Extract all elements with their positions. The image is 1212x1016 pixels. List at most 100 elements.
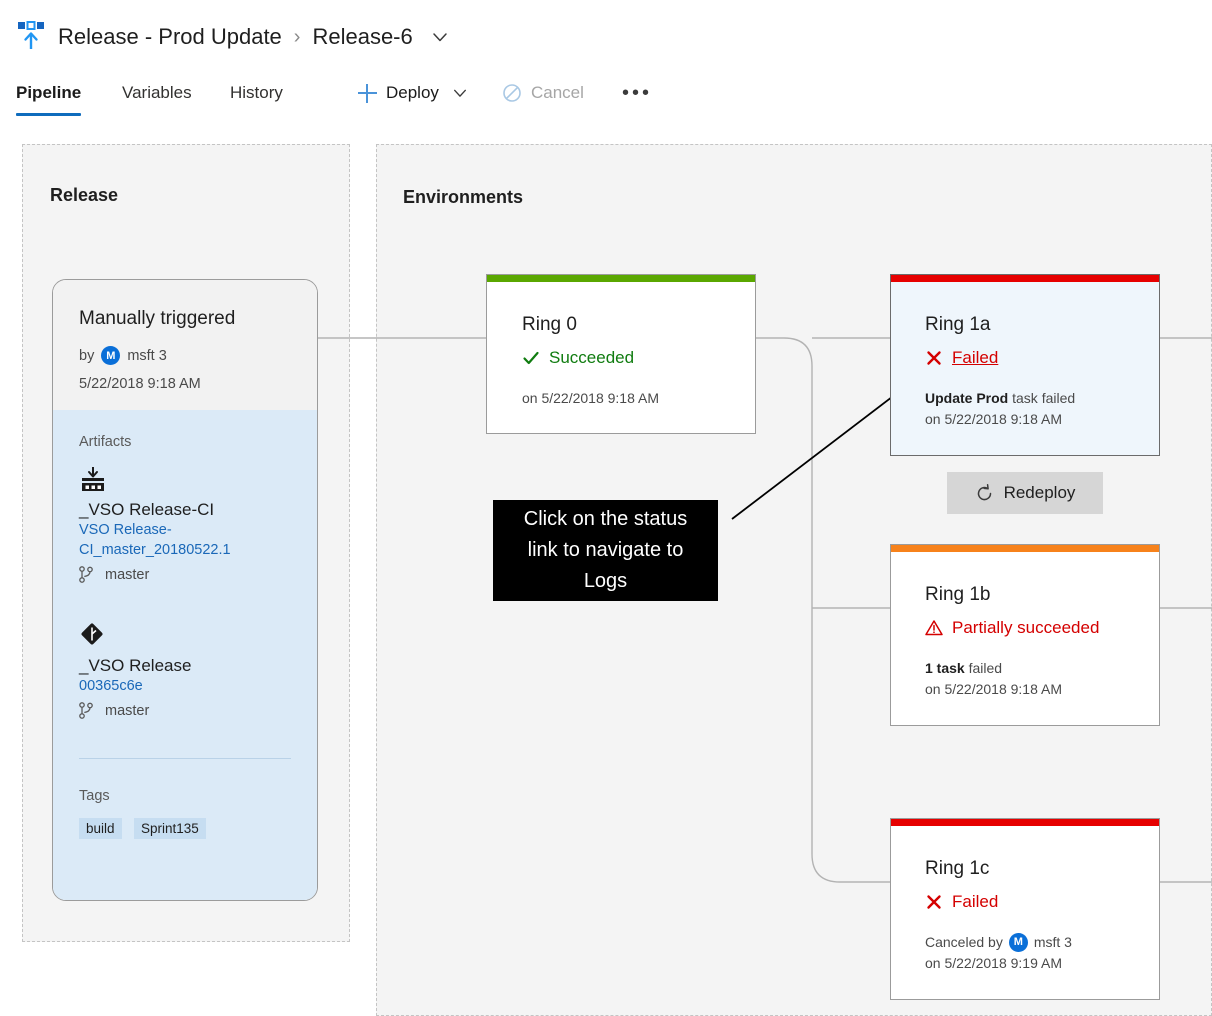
breadcrumb-current[interactable]: Release-6 <box>312 24 412 50</box>
artifact-name[interactable]: _VSO Release-CI <box>79 500 229 520</box>
artifact-branch: master <box>79 566 229 584</box>
environment-card-ring-1b[interactable]: Ring 1b Partially succeeded 1 task faile… <box>890 544 1160 726</box>
environment-card-ring-1a[interactable]: Ring 1a Failed Update Prod task failed o… <box>890 274 1160 456</box>
breadcrumb-root[interactable]: Release - Prod Update <box>58 24 282 50</box>
tag-chip[interactable]: build <box>79 818 122 839</box>
environment-status-label: Failed <box>952 892 999 911</box>
artifacts-section-label: Artifacts <box>79 434 132 450</box>
tab-variables-label: Variables <box>122 83 192 102</box>
artifact-branch: master <box>79 702 191 720</box>
artifact-item[interactable]: _VSO Release-CI VSO Release-CI_master_20… <box>79 466 231 584</box>
redeploy-button-label: Redeploy <box>1003 483 1076 502</box>
release-trigger-title: Manually triggered <box>79 308 236 329</box>
failed-task-suffix: failed <box>964 660 1003 676</box>
environment-name: Ring 1c <box>925 858 990 879</box>
environment-card-ring-1c[interactable]: Ring 1c Failed Canceled by M msft 3 on 5… <box>890 818 1160 1000</box>
environment-date: on 5/22/2018 9:18 AM <box>522 390 659 406</box>
tab-history-label: History <box>230 83 283 102</box>
status-bar <box>891 545 1159 552</box>
environment-card-ring-0[interactable]: Ring 0 Succeeded on 5/22/2018 9:18 AM <box>486 274 756 434</box>
deploy-chevron-down-icon[interactable] <box>452 85 468 101</box>
environment-status[interactable]: Partially succeeded <box>925 618 1099 638</box>
deploy-button-label: Deploy <box>386 83 439 102</box>
avatar: M <box>101 346 121 365</box>
artifact-branch-name: master <box>105 567 150 583</box>
release-card-header: Manually triggered by M msft 3 5/22/2018… <box>53 280 317 410</box>
canceled-by-label: Canceled by <box>925 934 1003 950</box>
environments-panel-title: Environments <box>403 187 524 207</box>
tab-pipeline[interactable]: Pipeline <box>16 70 82 116</box>
block-circle-icon <box>502 83 522 103</box>
artifact-branch-name: master <box>105 703 150 719</box>
release-card-body: Artifacts _VSO Release-CI VSO Release-CI… <box>53 410 317 900</box>
tab-active-indicator <box>16 113 82 116</box>
plus-icon <box>358 83 377 103</box>
status-bar <box>891 275 1159 282</box>
release-pipeline-page: Release - Prod Update › Release-6 Pipeli… <box>0 0 1212 1016</box>
tag-list: build Sprint135 <box>79 818 214 839</box>
release-date: 5/22/2018 9:18 AM <box>79 376 201 392</box>
environment-status-link[interactable]: Failed <box>925 348 998 368</box>
environment-name: Ring 1b <box>925 584 991 605</box>
status-bar <box>891 819 1159 826</box>
environment-status[interactable]: Failed <box>925 892 998 912</box>
instruction-callout: Click on the status link to navigate to … <box>493 500 718 601</box>
error-x-icon <box>925 893 943 911</box>
environment-meta: Canceled by M msft 3 on 5/22/2018 9:19 A… <box>925 932 1072 974</box>
release-panel-title: Release <box>50 185 119 205</box>
cancel-button: Cancel <box>502 70 584 116</box>
environment-date: on 5/22/2018 9:19 AM <box>925 955 1062 971</box>
environment-date: on 5/22/2018 9:18 AM <box>925 411 1062 427</box>
redeploy-button[interactable]: Redeploy <box>947 472 1103 514</box>
warning-triangle-icon <box>925 619 943 637</box>
ellipsis-icon: ••• <box>622 81 653 104</box>
git-repo-icon <box>79 622 191 650</box>
git-branch-icon <box>79 566 97 584</box>
tab-variables[interactable]: Variables <box>122 70 192 116</box>
chevron-down-icon[interactable] <box>431 28 449 46</box>
tab-history[interactable]: History <box>230 70 283 116</box>
environment-meta: Update Prod task failed on 5/22/2018 9:1… <box>925 388 1075 430</box>
artifact-version[interactable]: 00365c6e <box>79 676 191 696</box>
environment-meta: on 5/22/2018 9:18 AM <box>522 388 659 409</box>
environment-name: Ring 1a <box>925 314 991 335</box>
release-summary-card[interactable]: Manually triggered by M msft 3 5/22/2018… <box>52 279 318 901</box>
failed-task-count: 1 task <box>925 660 965 676</box>
by-prefix-label: by <box>79 347 95 364</box>
avatar: M <box>1008 933 1028 952</box>
failed-task-name: Update Prod <box>925 390 1009 406</box>
tab-pipeline-label: Pipeline <box>16 83 82 102</box>
breadcrumb: Release - Prod Update › Release-6 <box>58 24 449 50</box>
environment-status-label: Succeeded <box>549 348 635 367</box>
refresh-circle-icon <box>975 484 993 502</box>
release-pipeline-icon <box>12 19 50 55</box>
environment-status-label[interactable]: Failed <box>952 348 998 368</box>
git-branch-icon <box>79 702 97 720</box>
tab-toolbar: Pipeline Variables History Deploy Cancel… <box>0 70 1212 118</box>
environment-status: Succeeded <box>522 348 634 368</box>
tag-chip[interactable]: Sprint135 <box>133 818 206 839</box>
environment-date: on 5/22/2018 9:18 AM <box>925 681 1062 697</box>
deploy-button[interactable]: Deploy <box>358 70 468 116</box>
failed-task-suffix: task failed <box>1008 390 1076 406</box>
checkmark-icon <box>522 349 540 367</box>
cancel-button-label: Cancel <box>531 83 584 102</box>
instruction-callout-text: Click on the status link to navigate to … <box>523 508 688 592</box>
build-artifact-icon <box>79 466 229 494</box>
divider <box>79 758 291 759</box>
status-bar <box>487 275 755 282</box>
environment-meta: 1 task failed on 5/22/2018 9:18 AM <box>925 658 1062 700</box>
environment-status-label: Partially succeeded <box>952 618 1100 637</box>
artifact-item[interactable]: _VSO Release 00365c6e master <box>79 622 191 720</box>
artifact-name[interactable]: _VSO Release <box>79 656 191 676</box>
more-options-button[interactable]: ••• <box>622 70 652 116</box>
release-triggered-by: by M msft 3 <box>79 346 167 365</box>
environment-name: Ring 0 <box>522 314 577 335</box>
canceled-by-user: msft 3 <box>1033 934 1072 950</box>
artifact-version[interactable]: VSO Release-CI_master_20180522.1 <box>79 520 231 560</box>
tags-section-label: Tags <box>79 788 110 804</box>
page-header: Release - Prod Update › Release-6 <box>0 0 1212 70</box>
breadcrumb-separator-icon: › <box>293 25 301 48</box>
error-x-icon <box>925 349 943 367</box>
release-user-name: msft 3 <box>127 347 167 364</box>
